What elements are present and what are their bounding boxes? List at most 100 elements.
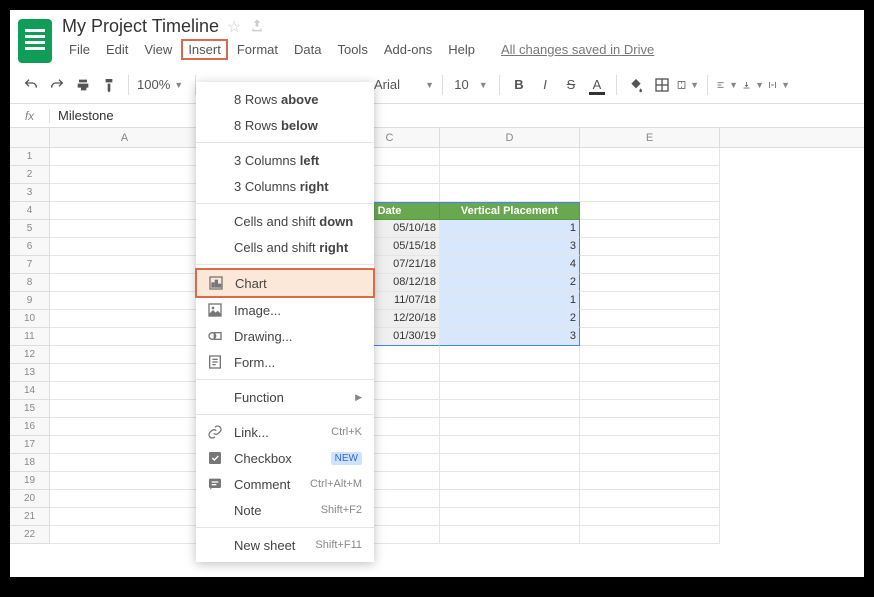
row-header[interactable]: 21 [10, 508, 49, 526]
font-select[interactable]: Arial▼ [374, 77, 434, 92]
cell[interactable] [50, 418, 200, 436]
merge-cells-icon[interactable]: ▼ [677, 74, 699, 96]
insert-drawing[interactable]: Drawing... [196, 323, 374, 349]
cell[interactable] [580, 454, 720, 472]
menu-addons[interactable]: Add-ons [377, 39, 439, 60]
menu-format[interactable]: Format [230, 39, 285, 60]
cell[interactable] [50, 472, 200, 490]
cell[interactable]: 3 [440, 328, 580, 346]
menu-file[interactable]: File [62, 39, 97, 60]
cell[interactable]: 2 [440, 274, 580, 292]
cell[interactable] [50, 166, 200, 184]
cell[interactable] [580, 328, 720, 346]
cell[interactable] [440, 418, 580, 436]
cell[interactable] [50, 526, 200, 544]
text-wrap-icon[interactable]: ▼ [768, 74, 790, 96]
row-header[interactable]: 1 [10, 148, 49, 166]
print-icon[interactable] [72, 74, 94, 96]
save-status[interactable]: All changes saved in Drive [494, 39, 661, 60]
cell[interactable] [580, 166, 720, 184]
cell[interactable] [580, 256, 720, 274]
cell[interactable] [50, 436, 200, 454]
cell[interactable] [440, 508, 580, 526]
cell[interactable] [440, 346, 580, 364]
cell[interactable] [440, 472, 580, 490]
cell[interactable] [50, 256, 200, 274]
cell[interactable] [580, 472, 720, 490]
row-header[interactable]: 8 [10, 274, 49, 292]
horizontal-align-icon[interactable]: ▼ [716, 74, 738, 96]
insert-function[interactable]: Function▶ [196, 384, 374, 410]
col-header-d[interactable]: D [440, 128, 580, 147]
cell[interactable] [440, 436, 580, 454]
cell[interactable] [440, 148, 580, 166]
row-header[interactable]: 12 [10, 346, 49, 364]
fill-color-icon[interactable] [625, 74, 647, 96]
cell[interactable] [50, 454, 200, 472]
menu-view[interactable]: View [137, 39, 179, 60]
insert-note[interactable]: NoteShift+F2 [196, 497, 374, 523]
cell[interactable] [440, 400, 580, 418]
cell[interactable] [580, 436, 720, 454]
cell[interactable]: 4 [440, 256, 580, 274]
menu-help[interactable]: Help [441, 39, 482, 60]
insert-rows-below[interactable]: 8 Rows below [196, 112, 374, 138]
cell[interactable] [580, 508, 720, 526]
col-header-e[interactable]: E [580, 128, 720, 147]
cell[interactable] [50, 202, 200, 220]
text-color-button[interactable]: A [586, 74, 608, 96]
star-icon[interactable]: ☆ [227, 17, 241, 37]
cell[interactable] [580, 382, 720, 400]
cell[interactable] [50, 400, 200, 418]
cell[interactable] [50, 148, 200, 166]
insert-link[interactable]: Link...Ctrl+K [196, 419, 374, 445]
insert-chart[interactable]: Chart [195, 268, 375, 298]
cell[interactable] [580, 292, 720, 310]
cell[interactable] [580, 526, 720, 544]
cell[interactable]: 2 [440, 310, 580, 328]
col-header-a[interactable]: A [50, 128, 200, 147]
cell[interactable]: 1 [440, 220, 580, 238]
redo-icon[interactable] [46, 74, 68, 96]
select-all-corner[interactable] [10, 128, 50, 148]
share-icon[interactable] [249, 18, 267, 36]
borders-icon[interactable] [651, 74, 673, 96]
cell[interactable] [440, 382, 580, 400]
document-title[interactable]: My Project Timeline [62, 16, 219, 37]
cell[interactable] [580, 418, 720, 436]
row-header[interactable]: 9 [10, 292, 49, 310]
insert-new-sheet[interactable]: New sheetShift+F11 [196, 532, 374, 558]
cell[interactable] [50, 238, 200, 256]
cell[interactable]: Vertical Placement [440, 202, 580, 220]
cell[interactable] [50, 292, 200, 310]
row-header[interactable]: 6 [10, 238, 49, 256]
row-header[interactable]: 4 [10, 202, 49, 220]
cell[interactable] [440, 490, 580, 508]
cell[interactable] [580, 220, 720, 238]
cell[interactable] [440, 454, 580, 472]
row-header[interactable]: 22 [10, 526, 49, 544]
cell[interactable]: 3 [440, 238, 580, 256]
cell[interactable] [50, 184, 200, 202]
insert-cells-down[interactable]: Cells and shift down [196, 208, 374, 234]
row-header[interactable]: 19 [10, 472, 49, 490]
cell[interactable] [440, 184, 580, 202]
insert-comment[interactable]: CommentCtrl+Alt+M [196, 471, 374, 497]
row-header[interactable]: 20 [10, 490, 49, 508]
insert-cols-left[interactable]: 3 Columns left [196, 147, 374, 173]
cell[interactable] [50, 508, 200, 526]
insert-rows-above[interactable]: 8 Rows above [196, 86, 374, 112]
undo-icon[interactable] [20, 74, 42, 96]
insert-checkbox[interactable]: CheckboxNEW [196, 445, 374, 471]
cell[interactable] [440, 526, 580, 544]
row-header[interactable]: 18 [10, 454, 49, 472]
cell[interactable] [580, 310, 720, 328]
row-header[interactable]: 15 [10, 400, 49, 418]
row-header[interactable]: 2 [10, 166, 49, 184]
cell[interactable] [50, 364, 200, 382]
cell[interactable] [580, 346, 720, 364]
cell[interactable] [580, 274, 720, 292]
italic-button[interactable]: I [534, 74, 556, 96]
menu-tools[interactable]: Tools [330, 39, 374, 60]
vertical-align-icon[interactable]: ▼ [742, 74, 764, 96]
